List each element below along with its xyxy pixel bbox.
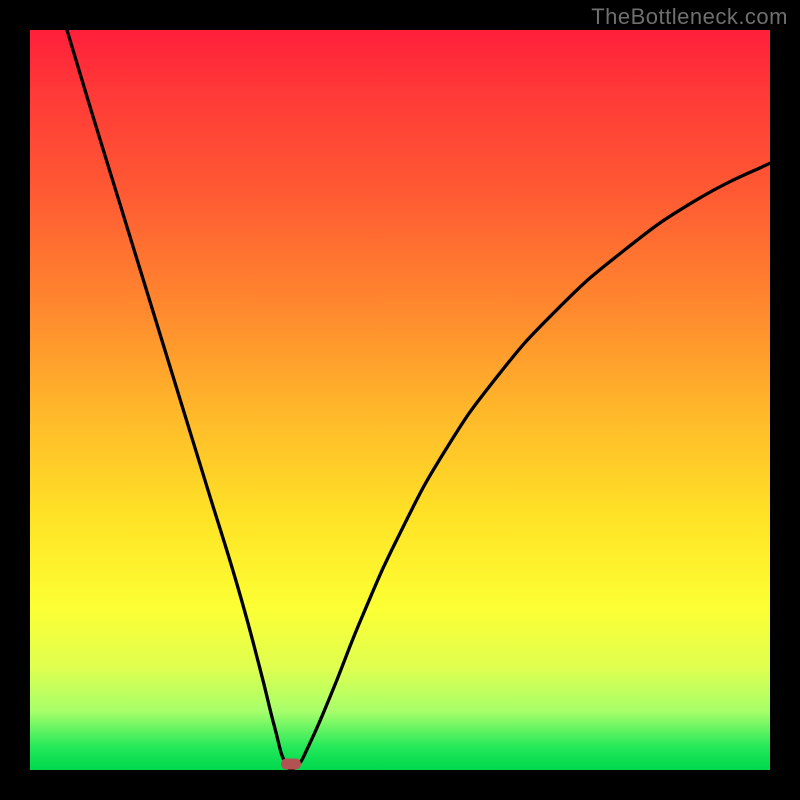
plot-area (30, 30, 770, 770)
optimal-point-marker (281, 759, 301, 770)
watermark-text: TheBottleneck.com (591, 4, 788, 30)
chart-frame: TheBottleneck.com (0, 0, 800, 800)
bottleneck-curve (30, 30, 770, 770)
